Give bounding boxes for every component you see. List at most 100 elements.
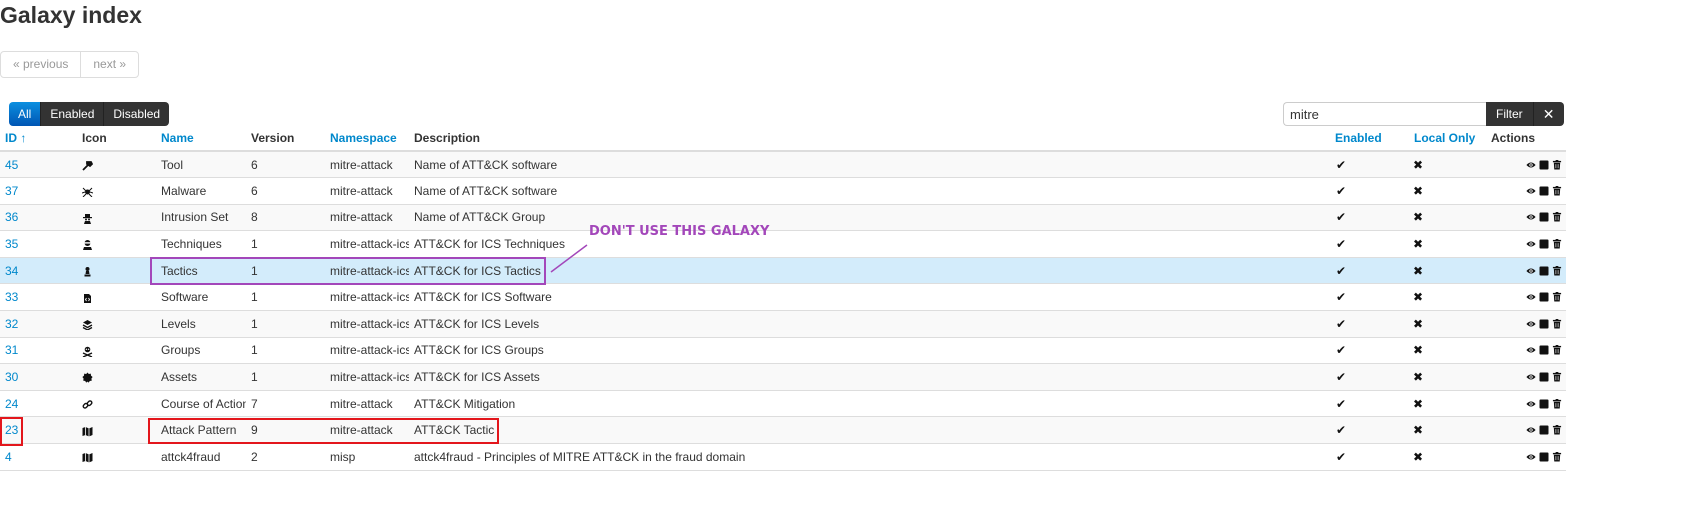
view-icon[interactable] <box>1526 266 1536 276</box>
galaxy-actions <box>1486 283 1566 312</box>
galaxy-id-link[interactable]: 32 <box>0 310 77 338</box>
galaxy-description: Name of ATT&CK software <box>409 151 1330 179</box>
filter-tab-disabled[interactable]: Disabled <box>103 102 170 126</box>
view-icon[interactable] <box>1526 292 1536 302</box>
toggle-enable-icon[interactable] <box>1539 425 1549 435</box>
trash-icon[interactable] <box>1552 451 1562 462</box>
toggle-enable-icon[interactable] <box>1539 372 1549 382</box>
pagination: « previous next » <box>0 51 140 78</box>
trash-icon[interactable] <box>1552 185 1562 196</box>
galaxy-local-only: ✖ <box>1409 390 1486 418</box>
galaxy-namespace: misp <box>325 443 409 471</box>
galaxy-description: ATT&CK Mitigation <box>409 390 1330 418</box>
next-page-link[interactable]: next » <box>80 52 138 77</box>
galaxy-id-link[interactable]: 45 <box>0 151 77 179</box>
galaxy-id-link[interactable]: 34 <box>0 257 77 285</box>
toggle-enable-icon[interactable] <box>1539 160 1549 170</box>
galaxy-id-link[interactable]: 33 <box>0 283 77 312</box>
previous-page-link[interactable]: « previous <box>1 52 80 77</box>
trash-icon[interactable] <box>1552 265 1562 276</box>
toggle-enable-icon[interactable] <box>1539 452 1549 462</box>
galaxy-name: Tool <box>156 151 246 179</box>
cross-icon: ✖ <box>1413 290 1424 305</box>
galaxy-local-only: ✖ <box>1409 363 1486 391</box>
view-icon[interactable] <box>1526 372 1536 382</box>
toggle-enable-icon[interactable] <box>1539 319 1549 329</box>
galaxy-id-link[interactable]: 30 <box>0 363 77 391</box>
galaxy-description: ATT&CK for ICS Levels <box>409 310 1330 338</box>
toggle-enable-icon[interactable] <box>1539 212 1549 222</box>
view-icon[interactable] <box>1526 345 1536 355</box>
galaxy-description: Name of ATT&CK Group <box>409 204 1330 232</box>
skull-crossbones-icon <box>82 346 93 358</box>
trash-icon[interactable] <box>1552 239 1562 249</box>
galaxy-id-link[interactable]: 35 <box>0 230 77 258</box>
view-icon[interactable] <box>1526 319 1536 329</box>
hammer-icon <box>82 160 94 171</box>
trash-icon[interactable] <box>1552 345 1562 355</box>
cross-icon: ✖ <box>1413 370 1424 385</box>
view-icon[interactable] <box>1526 399 1536 409</box>
galaxy-name: Software <box>156 283 246 312</box>
view-icon[interactable] <box>1526 160 1536 170</box>
galaxy-id-link[interactable]: 4 <box>0 443 77 471</box>
galaxy-namespace: mitre-attack-ics <box>325 337 409 365</box>
galaxy-actions <box>1486 230 1566 258</box>
trash-icon[interactable] <box>1552 292 1562 302</box>
user-secret-icon <box>83 213 92 224</box>
cross-icon: ✖ <box>1413 210 1424 225</box>
cross-icon: ✖ <box>1413 343 1424 358</box>
table-row: 33 Software 1 mitre-attack-ics ATT&CK for IC… <box>0 283 1566 312</box>
galaxy-icon-cell <box>77 310 156 338</box>
spider-icon <box>81 187 94 198</box>
trash-icon[interactable] <box>1552 425 1562 435</box>
galaxy-enabled: ✔ <box>1330 390 1409 418</box>
view-icon[interactable] <box>1526 452 1536 462</box>
toggle-enable-icon[interactable] <box>1539 239 1549 249</box>
galaxy-id-link[interactable]: 23 <box>0 416 77 445</box>
filter-button[interactable]: Filter <box>1486 102 1533 126</box>
galaxy-name: Tactics <box>156 257 246 285</box>
view-icon[interactable] <box>1526 186 1536 196</box>
galaxy-namespace: mitre-attack-ics <box>325 283 409 312</box>
galaxy-name: attck4fraud <box>156 443 246 471</box>
view-icon[interactable] <box>1526 212 1536 222</box>
galaxy-enabled: ✔ <box>1330 177 1409 205</box>
toggle-enable-icon[interactable] <box>1539 186 1549 196</box>
cross-icon: ✖ <box>1413 157 1424 172</box>
column-header-local-only[interactable]: Local Only <box>1409 125 1486 152</box>
trash-icon[interactable] <box>1552 398 1562 409</box>
galaxy-namespace: mitre-attack <box>325 204 409 232</box>
trash-icon[interactable] <box>1552 372 1562 382</box>
column-header-id[interactable]: ID ↑ <box>0 125 77 152</box>
filter-tab-enabled[interactable]: Enabled <box>40 102 104 126</box>
toggle-enable-icon[interactable] <box>1539 266 1549 276</box>
view-icon[interactable] <box>1526 239 1536 249</box>
galaxy-version: 1 <box>246 337 325 365</box>
galaxy-actions <box>1486 204 1566 232</box>
trash-icon[interactable] <box>1552 318 1562 329</box>
galaxy-id-link[interactable]: 36 <box>0 204 77 232</box>
clear-filter-button[interactable]: ✕ <box>1532 102 1564 126</box>
galaxy-id-link[interactable]: 37 <box>0 177 77 205</box>
view-icon[interactable] <box>1526 425 1536 435</box>
toggle-enable-icon[interactable] <box>1539 399 1549 409</box>
search-input[interactable] <box>1283 102 1486 126</box>
galaxy-id-link[interactable]: 31 <box>0 337 77 365</box>
galaxy-name: Course of Action <box>156 390 246 418</box>
column-header-enabled[interactable]: Enabled <box>1330 125 1409 152</box>
galaxy-enabled: ✔ <box>1330 416 1409 445</box>
galaxy-actions <box>1486 390 1566 418</box>
galaxy-local-only: ✖ <box>1409 151 1486 179</box>
toggle-enable-icon[interactable] <box>1539 345 1549 355</box>
galaxy-name: Assets <box>156 363 246 391</box>
column-header-version: Version <box>246 125 325 152</box>
galaxy-namespace: mitre-attack-ics <box>325 230 409 258</box>
filter-tab-all[interactable]: All <box>9 102 41 126</box>
galaxy-id-link[interactable]: 24 <box>0 390 77 418</box>
trash-icon[interactable] <box>1552 159 1562 170</box>
column-header-namespace[interactable]: Namespace <box>325 125 409 152</box>
trash-icon[interactable] <box>1552 212 1562 223</box>
toggle-enable-icon[interactable] <box>1539 292 1549 302</box>
column-header-name[interactable]: Name <box>156 125 246 152</box>
